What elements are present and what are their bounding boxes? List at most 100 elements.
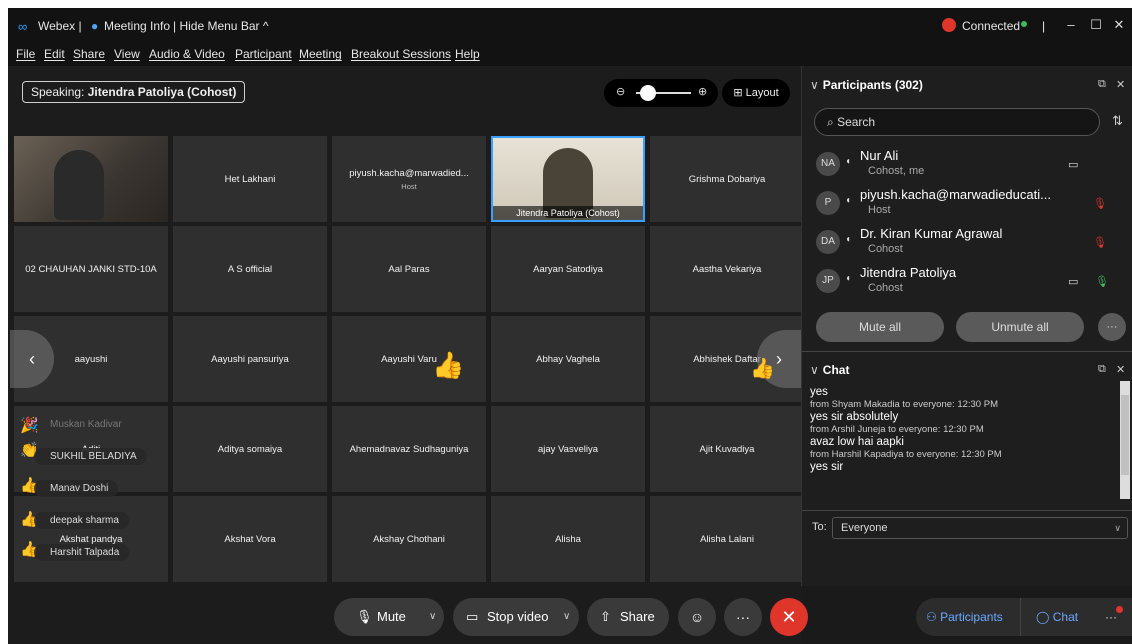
participants-toggle-button[interactable]: ⚇ Participants (916, 598, 1021, 636)
chevron-down-icon[interactable]: ∨ (429, 598, 436, 636)
zoom-out-icon[interactable]: ⊖ (616, 85, 625, 98)
close-window-button[interactable]: ✕ (1108, 14, 1130, 36)
maximize-button[interactable]: ☐ (1085, 14, 1107, 36)
participants-toggle-label: Participants (940, 610, 1003, 624)
thumbs-up-icon: 👍 (432, 350, 465, 380)
connection-status[interactable]: Connected (962, 19, 1020, 33)
participant-tile[interactable]: Aayushi pansuriya (173, 316, 327, 402)
muted-mic-icon[interactable]: 🎙 (1093, 236, 1107, 249)
close-icon[interactable]: ✕ (1116, 363, 1125, 376)
participant-tile[interactable]: Aastha Vekariya (650, 226, 804, 312)
camera-icon[interactable]: ▭ (1068, 275, 1078, 288)
unmute-all-button[interactable]: Unmute all (956, 312, 1084, 342)
audio-icon: ◖ (845, 195, 852, 206)
minimize-button[interactable]: – (1060, 14, 1082, 36)
camera-icon: ▭ (466, 609, 479, 624)
avatar: JP (816, 269, 840, 293)
tile-role: Host (401, 181, 417, 191)
zoom-in-icon[interactable]: ⊕ (698, 85, 707, 98)
participant-tile[interactable] (14, 136, 168, 222)
menu-edit[interactable]: Edit (44, 47, 65, 61)
participant-tile[interactable]: Aditya somaiya (173, 406, 327, 492)
reaction-name: SUKHIL BELADIYA (34, 448, 147, 465)
chat-scroll-thumb[interactable] (1121, 395, 1129, 475)
microphone-icon[interactable]: 🎙 (1095, 275, 1109, 288)
participant-tile[interactable]: Ajit Kuvadiya (650, 406, 804, 492)
more-panels-button[interactable]: ··· (1096, 598, 1126, 636)
participant-tile[interactable]: 02 CHAUHAN JANKI STD-10A (14, 226, 168, 312)
chat-log: yes from Shyam Makadia to everyone: 12:30… (810, 385, 1124, 495)
recipient-select[interactable]: Everyone ∨ (832, 517, 1128, 539)
menu-help[interactable]: Help (455, 47, 480, 61)
participant-tile[interactable]: Alisha (491, 496, 645, 582)
layout-button[interactable]: ⊞ Layout (722, 79, 790, 107)
chat-message-text: avaz low hai aapki (810, 436, 904, 448)
share-button[interactable]: ⇧ Share (587, 598, 669, 636)
participant-tile[interactable]: Abhay Vaghela (491, 316, 645, 402)
participant-tile[interactable]: Jitendra Patoliya (Cohost) (491, 136, 645, 222)
participant-tile[interactable]: Grishma Dobariya (650, 136, 804, 222)
participant-tile[interactable]: Akshat Vora (173, 496, 327, 582)
menu-file[interactable]: File (16, 47, 35, 61)
tile-name: piyush.kacha@marwadied... (349, 167, 469, 179)
menu-bar: File Edit Share View Audio & Video Parti… (8, 44, 1132, 66)
mute-button[interactable]: 🎙 Mute ∨ (334, 598, 444, 636)
participants-header[interactable]: ∨ Participants (302) (810, 78, 923, 92)
tile-name: ajay Vasveliya (537, 443, 599, 455)
tile-name: A S official (227, 263, 273, 275)
layout-label: Layout (745, 87, 779, 99)
hide-menu-bar-link[interactable]: | Hide Menu Bar ^ (173, 19, 268, 33)
participant-role: Cohost (868, 282, 903, 294)
participant-tile[interactable]: Akshat pandya (14, 496, 168, 582)
sort-icon[interactable]: ⇅ (1112, 113, 1123, 129)
menu-share[interactable]: Share (73, 47, 105, 61)
zoom-slider[interactable]: ⊖ ⊕ (604, 79, 718, 107)
participant-tile[interactable]: piyush.kacha@marwadied... Host (332, 136, 486, 222)
pop-out-icon[interactable]: ⧉ (1098, 78, 1106, 91)
tile-name: Akshat Vora (224, 533, 276, 545)
more-options-button[interactable]: ··· (724, 598, 762, 636)
participant-row[interactable]: DA ◖ Dr. Kiran Kumar Agrawal Cohost 🎙 (816, 224, 1116, 262)
leave-meeting-button[interactable]: ✕ (770, 598, 808, 636)
participant-tile[interactable]: Het Lakhani (173, 136, 327, 222)
reaction-name: Muskan Kadivar (50, 419, 122, 430)
menu-view[interactable]: View (114, 47, 140, 61)
webex-logo-icon: ∞ (18, 19, 28, 34)
participant-row[interactable]: P ◖ piyush.kacha@marwadieducati... Host 🎙 (816, 185, 1116, 223)
menu-participant[interactable]: Participant (235, 47, 292, 61)
stop-video-button[interactable]: ▭ Stop video ∨ (453, 598, 579, 636)
chevron-down-icon[interactable]: ∨ (810, 78, 819, 92)
participant-tile[interactable]: Ahemadnavaz Sudhaguniya (332, 406, 486, 492)
close-icon[interactable]: ✕ (1116, 78, 1125, 91)
app-title: Webex | (38, 19, 82, 33)
participant-search-input[interactable]: ⌕ Search (814, 108, 1100, 136)
chat-message-text: yes sir (810, 461, 844, 473)
reactions-button[interactable]: ☺ (678, 598, 716, 636)
menu-audio-video[interactable]: Audio & Video (149, 47, 225, 61)
participant-tile[interactable]: Akshay Chothani (332, 496, 486, 582)
pop-out-icon[interactable]: ⧉ (1098, 363, 1106, 376)
speaking-indicator: Speaking: Jitendra Patoliya (Cohost) (22, 81, 246, 103)
participant-tile[interactable]: Aal Paras (332, 226, 486, 312)
menu-meeting[interactable]: Meeting (299, 47, 342, 61)
mute-all-button[interactable]: Mute all (816, 312, 944, 342)
participant-tile[interactable]: Aaryan Satodiya (491, 226, 645, 312)
audio-icon: ◖ (845, 234, 852, 245)
menu-breakout-sessions[interactable]: Breakout Sessions (351, 47, 451, 61)
chat-toggle-button[interactable]: ◯ Chat (1026, 598, 1090, 636)
chat-header[interactable]: ∨ Chat (810, 363, 849, 377)
participant-tile[interactable]: ajay Vasveliya (491, 406, 645, 492)
camera-icon[interactable]: ▭ (1068, 158, 1078, 171)
chat-scrollbar[interactable] (1120, 381, 1130, 499)
meeting-info-link[interactable]: Meeting Info (104, 19, 170, 33)
participant-row[interactable]: JP ◖ Jitendra Patoliya Cohost ▭ 🎙 (816, 263, 1116, 301)
chevron-down-icon[interactable]: ∨ (810, 363, 819, 377)
participant-tile[interactable]: A S official (173, 226, 327, 312)
chevron-down-icon[interactable]: ∨ (563, 598, 570, 636)
zoom-knob[interactable] (640, 85, 656, 101)
participant-role: Cohost (868, 243, 903, 255)
muted-mic-icon[interactable]: 🎙 (1093, 197, 1107, 210)
participant-tile[interactable]: Alisha Lalani (650, 496, 804, 582)
participant-row[interactable]: NA ◖ Nur Ali Cohost, me ▭ (816, 146, 1116, 184)
participant-more-button[interactable]: ··· (1098, 313, 1126, 341)
